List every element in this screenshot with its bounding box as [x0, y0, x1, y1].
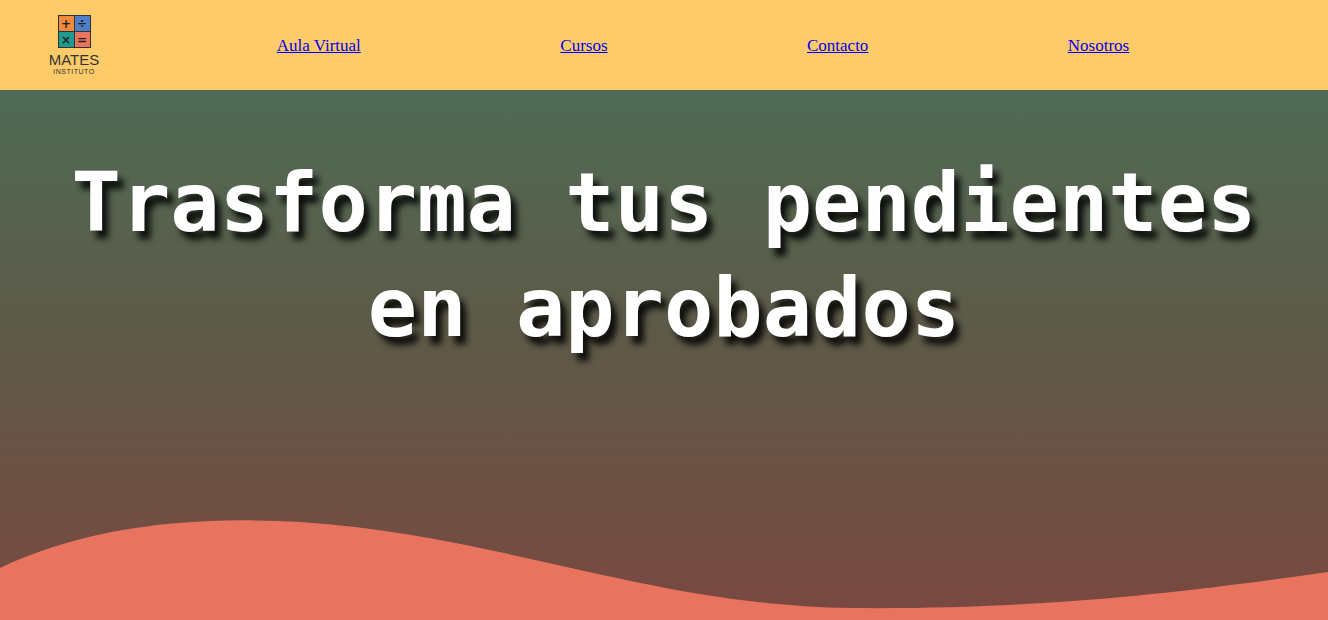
logo-tile: × — [59, 32, 74, 47]
logo[interactable]: +÷×= MATESINSTITUTO — [47, 15, 101, 75]
logo-tile: ÷ — [75, 16, 90, 31]
nav-link[interactable]: Cursos — [560, 36, 607, 56]
logo-tile: = — [75, 32, 90, 47]
hero: Trasforma tus pendientes en aprobados — [0, 90, 1328, 620]
wave-shape — [0, 510, 1328, 620]
nav-link[interactable]: Aula Virtual — [277, 36, 361, 56]
nav-link[interactable]: Nosotros — [1068, 36, 1129, 56]
landing-page: +÷×= MATESINSTITUTO Aula Virtual Cursos Cont… — [0, 0, 1328, 620]
logo-subtitle: INSTITUTO — [53, 68, 94, 75]
nav: Aula Virtual Cursos Contacto Nosotros — [177, 34, 1229, 56]
logo-tile: + — [59, 16, 74, 31]
header: +÷×= MATESINSTITUTO Aula Virtual Cursos Cont… — [0, 0, 1328, 90]
logo-icon: +÷×= — [58, 15, 91, 48]
nav-link[interactable]: Contacto — [807, 36, 868, 56]
logo-name: MATES — [49, 52, 100, 68]
